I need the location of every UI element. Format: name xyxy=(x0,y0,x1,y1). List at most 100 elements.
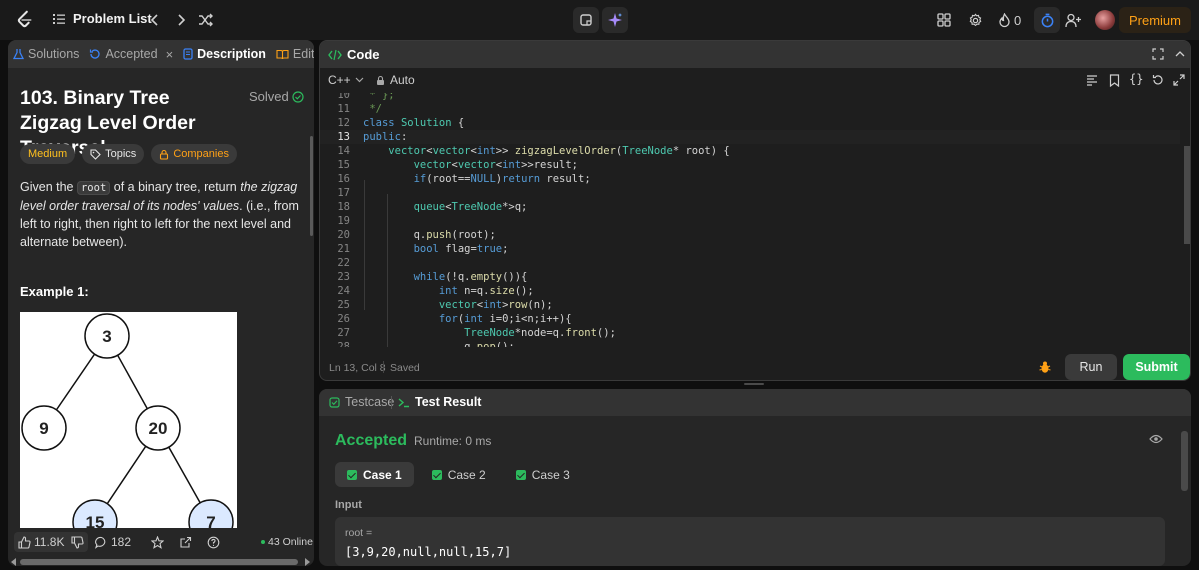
submit-button[interactable]: Submit xyxy=(1123,354,1190,380)
eye-icon[interactable] xyxy=(1149,434,1163,444)
mode-indicator[interactable]: Auto xyxy=(376,73,415,87)
tab-testcase[interactable]: Testcase xyxy=(329,395,394,409)
case-tab[interactable]: Case 2 xyxy=(420,462,498,487)
code-tab[interactable]: Code xyxy=(328,47,380,62)
chevron-up-icon[interactable] xyxy=(1175,48,1185,60)
online-count: 43 Online xyxy=(268,536,313,548)
code-line[interactable]: 24 int n=q.size(); xyxy=(320,284,1180,298)
code-line[interactable]: 21 bool flag=true; xyxy=(320,242,1180,256)
maximize-icon[interactable] xyxy=(1152,48,1164,60)
left-tab-bar: Solutions Accepted × Description Edit xyxy=(8,40,314,68)
problem-list-label: Problem List xyxy=(73,11,152,26)
code-line[interactable]: 16 if(root==NULL)return result; xyxy=(320,172,1180,186)
topics-tag[interactable]: Topics xyxy=(82,144,145,164)
code-line[interactable]: 26 for(int i=0;i<n;i++){ xyxy=(320,312,1180,326)
run-button[interactable]: Run xyxy=(1065,354,1117,380)
debug-icon[interactable] xyxy=(1038,360,1052,374)
like-button[interactable]: 11.8K xyxy=(14,532,69,552)
code-editor[interactable]: 10 * }; 11 */12 class Solution {13 public: 1… xyxy=(320,93,1182,347)
line-number: 21 xyxy=(337,243,350,255)
line-number: 19 xyxy=(337,215,350,227)
code-line[interactable]: 19 xyxy=(320,214,1180,228)
code-line[interactable]: 14 vector<vector<int>> zigzagLevelOrder(… xyxy=(320,144,1180,158)
case-label: Case 2 xyxy=(447,467,486,482)
reset-icon[interactable] xyxy=(1152,74,1164,86)
settings-button[interactable] xyxy=(967,10,983,30)
result-status: Accepted xyxy=(335,432,408,449)
bookmark-icon[interactable] xyxy=(1109,74,1120,87)
problem-list-button[interactable]: Problem List xyxy=(52,11,152,26)
companies-tag[interactable]: Companies xyxy=(151,144,237,164)
case-tab[interactable]: Case 1 xyxy=(335,462,414,487)
tab-test-result[interactable]: Test Result xyxy=(398,395,481,409)
premium-button[interactable]: Premium xyxy=(1118,7,1191,33)
code-line[interactable]: 10 * }; xyxy=(320,93,1180,102)
scrollbar-thumb[interactable] xyxy=(20,559,298,565)
tree-node: 20 xyxy=(135,405,181,451)
left-scrollbar[interactable] xyxy=(310,136,313,236)
shuffle-button[interactable] xyxy=(196,10,216,30)
code-line[interactable]: 20 q.push(root); xyxy=(320,228,1180,242)
tab-description[interactable]: Description xyxy=(178,40,271,68)
tab-editorial[interactable]: Edit xyxy=(271,40,314,68)
code-line[interactable]: 18 queue<TreeNode*>q; xyxy=(320,200,1180,214)
code-line[interactable]: 13 public: xyxy=(320,130,1180,144)
dislike-button[interactable] xyxy=(66,532,88,552)
help-button[interactable] xyxy=(207,532,220,552)
language-select[interactable]: C++ xyxy=(328,73,364,87)
add-friend-button[interactable] xyxy=(1064,10,1082,30)
online-dot xyxy=(261,540,265,544)
ai-assistant-button[interactable] xyxy=(602,7,628,33)
expand-icon[interactable] xyxy=(1173,74,1185,86)
tab-accepted[interactable]: Accepted × xyxy=(84,40,178,68)
code-line[interactable]: 25 vector<int>row(n); xyxy=(320,298,1180,312)
result-scrollbar[interactable] xyxy=(1181,425,1189,565)
layout-button[interactable] xyxy=(936,10,952,30)
line-number: 11 xyxy=(337,103,350,115)
timer-button[interactable] xyxy=(1034,7,1060,33)
prev-problem-button[interactable] xyxy=(145,10,165,30)
code-line[interactable]: 15 vector<vector<int>>result; xyxy=(320,158,1180,172)
code-line[interactable]: 22 xyxy=(320,256,1180,270)
notes-button[interactable] xyxy=(573,7,599,33)
comments-button[interactable]: 182 xyxy=(95,532,131,552)
tree-node-label: 9 xyxy=(39,419,48,438)
code-line[interactable]: 27 TreeNode*node=q.front(); xyxy=(320,326,1180,340)
next-problem-button[interactable] xyxy=(171,10,191,30)
code-line[interactable]: 17 xyxy=(320,186,1180,200)
avatar[interactable] xyxy=(1095,10,1115,30)
share-button[interactable] xyxy=(179,532,192,552)
top-bar: Problem List 0 Premium xyxy=(0,0,1199,40)
leetcode-logo-icon[interactable] xyxy=(14,9,36,31)
description-footer: 11.8K 182 43 Online xyxy=(8,528,314,556)
case-tab[interactable]: Case 3 xyxy=(504,462,582,487)
favorite-button[interactable] xyxy=(151,532,164,552)
horizontal-scrollbar[interactable] xyxy=(8,558,314,566)
shuffle-icon xyxy=(199,13,213,27)
line-number: 20 xyxy=(337,229,350,241)
code-scrollbar[interactable] xyxy=(1182,93,1190,347)
streak-counter[interactable]: 0 xyxy=(998,10,1021,30)
braces-icon[interactable]: {} xyxy=(1129,72,1143,86)
code-title: Code xyxy=(347,47,380,62)
tab-divider xyxy=(391,396,392,409)
line-number: 13 xyxy=(337,131,350,143)
code-line[interactable]: 11 */ xyxy=(320,102,1180,116)
code-line[interactable]: 23 while(!q.empty()){ xyxy=(320,270,1180,284)
scrollbar-thumb[interactable] xyxy=(1181,431,1188,491)
format-icon[interactable] xyxy=(1086,74,1098,86)
lock-icon xyxy=(160,149,169,160)
code-text: for(int i=0;i<n;i++){ xyxy=(438,313,572,325)
tree-node: 3 xyxy=(84,313,130,359)
caret-right-icon[interactable] xyxy=(305,558,310,566)
panel-resize-handle[interactable] xyxy=(744,383,764,385)
code-line[interactable]: 12 class Solution { xyxy=(320,116,1180,130)
tab-solutions[interactable]: Solutions xyxy=(8,40,84,68)
scrollbar-thumb[interactable] xyxy=(1184,146,1190,244)
tree-node-label: 7 xyxy=(206,513,215,528)
code-panel-header: Code xyxy=(320,41,1190,68)
line-number: 10 xyxy=(337,93,350,101)
close-icon[interactable]: × xyxy=(166,47,174,62)
caret-left-icon[interactable] xyxy=(11,558,16,566)
code-line[interactable]: 28 q.pop(); xyxy=(320,340,1180,347)
